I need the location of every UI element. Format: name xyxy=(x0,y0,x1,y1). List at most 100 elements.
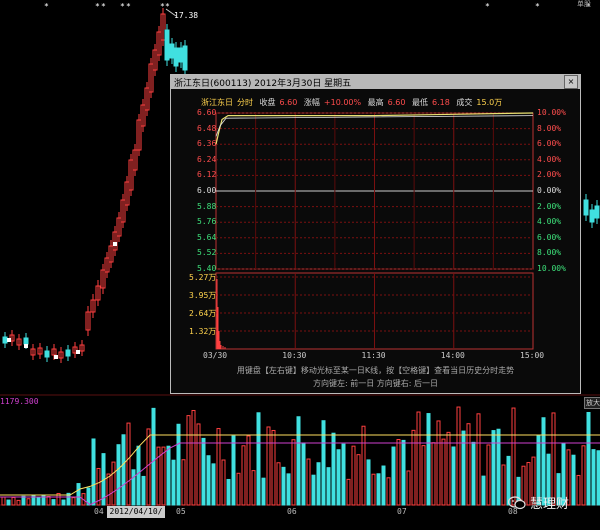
event-marker: * xyxy=(95,2,100,11)
x-label-jul: 07 xyxy=(397,507,407,516)
volume-bar xyxy=(236,472,241,506)
wechat-icon xyxy=(508,495,526,509)
candle-body xyxy=(173,47,179,67)
price-tick-label: 5.88 xyxy=(197,201,217,211)
quote-info: 浙江东日 分时 收盘 6.60 涨幅 +10.00% 最高 6.60 最低 6.18 成交… xyxy=(201,97,506,108)
volume-bar xyxy=(251,470,256,506)
candle-body xyxy=(169,43,175,59)
volume-bar xyxy=(216,428,221,506)
volume-bar xyxy=(571,454,576,506)
volume-bar xyxy=(221,459,226,506)
volume-bar xyxy=(286,473,291,506)
price-tick-label: 5.52 xyxy=(197,248,217,258)
volume-bar xyxy=(196,423,201,506)
volume-bar xyxy=(226,478,231,506)
volume-bar xyxy=(581,445,586,506)
volume-bar xyxy=(486,444,491,506)
percent-tick-label: 10.00% xyxy=(537,108,566,117)
event-marker: * xyxy=(535,2,540,11)
volume-bar xyxy=(441,438,446,506)
low-value: 6.18 xyxy=(432,98,450,107)
volume-bar xyxy=(341,443,346,506)
zoom-button[interactable]: 放大 xyxy=(584,397,600,409)
candle-body xyxy=(65,349,71,357)
volume-bar xyxy=(191,409,196,506)
direction-hint: 方向键左: 前一日 方向键右: 后一日 xyxy=(312,379,439,388)
volume-bar xyxy=(151,407,156,506)
candle-marker xyxy=(113,242,117,246)
volume-bar xyxy=(381,465,386,506)
close-label: 收盘 xyxy=(259,98,276,107)
peak-price-label: 17.38 xyxy=(174,11,199,20)
volume-bar xyxy=(401,439,406,506)
volume-bar xyxy=(206,455,211,506)
price-tick-label: 5.76 xyxy=(197,217,217,227)
volume-bar xyxy=(306,458,311,506)
candle-body xyxy=(2,336,8,344)
volume-bar xyxy=(291,439,296,506)
volume-bar xyxy=(326,467,331,506)
x-label-apr: 04 xyxy=(94,507,104,516)
volume-bar xyxy=(71,497,76,506)
volume-bar xyxy=(121,434,126,506)
volume-bar xyxy=(131,469,136,506)
watermark-text: 慧理财 xyxy=(530,497,570,512)
volume-bar xyxy=(46,496,51,506)
candle-body xyxy=(583,199,589,216)
volume-bar xyxy=(11,496,16,506)
volume-bar xyxy=(376,473,381,506)
popup-titlebar[interactable]: 浙江东日(600113) 2012年3月30日 星期五 × xyxy=(171,75,580,89)
volume-bar xyxy=(246,435,251,506)
single-stock-button[interactable]: 单股 xyxy=(568,0,600,8)
volume-bar xyxy=(36,496,41,506)
volume-bar xyxy=(351,445,356,506)
volume-tick-label: 2.64万 xyxy=(189,309,217,318)
volume-bar xyxy=(116,444,121,506)
volume-bar xyxy=(406,470,411,506)
volume-bar xyxy=(391,446,396,506)
candle-marker xyxy=(54,355,58,359)
volume-bar xyxy=(176,423,181,506)
volume-bar xyxy=(211,463,216,506)
percent-tick-label: 2.00% xyxy=(537,201,562,211)
event-marker: * xyxy=(120,2,125,11)
volume-bar xyxy=(91,438,96,506)
volume-bar xyxy=(141,475,146,506)
volume-bar xyxy=(201,437,206,506)
popup-title: 浙江东日(600113) 2012年3月30日 星期五 xyxy=(174,79,352,89)
volume-tick-label: 3.95万 xyxy=(189,291,217,300)
volume-bar xyxy=(281,466,286,506)
price-tick-label: 6.36 xyxy=(197,139,217,149)
low-label: 最低 xyxy=(412,98,429,107)
percent-tick-label: 4.00% xyxy=(537,217,562,227)
change-value: +10.00% xyxy=(323,98,362,107)
volume-bar xyxy=(591,449,596,506)
candle-marker xyxy=(7,338,11,342)
volume-bar xyxy=(256,412,261,506)
volume-bar xyxy=(266,426,271,506)
close-value: 6.60 xyxy=(279,98,298,107)
volume-tick-label: 1.32万 xyxy=(189,327,217,336)
volume-bar xyxy=(6,499,11,506)
time-label: 11:30 xyxy=(361,351,386,360)
close-icon[interactable]: × xyxy=(564,75,578,89)
volume-bar xyxy=(496,428,501,506)
event-marker: * xyxy=(101,2,106,11)
volume-indicator-label: 1179.300 xyxy=(0,397,39,406)
percent-tick-label: 6.00% xyxy=(537,232,562,242)
volume-bar xyxy=(456,406,461,506)
volume-bar xyxy=(361,425,366,506)
volume-tick-label: 5.27万 xyxy=(189,273,217,282)
volume-bar xyxy=(316,462,321,506)
intraday-popup[interactable]: 浙江东日(600113) 2012年3月30日 星期五 × 浙江东日 分时 收盘 6… xyxy=(170,74,581,394)
candle-body xyxy=(589,209,595,223)
volume-bar xyxy=(471,441,476,506)
volume-bar xyxy=(426,413,431,506)
volume-bar xyxy=(126,422,131,506)
intraday-chart xyxy=(215,112,534,350)
volume-bar xyxy=(21,495,26,506)
volume-bar xyxy=(366,459,371,506)
time-label: 15:00 xyxy=(520,351,545,360)
event-marker: * xyxy=(126,2,131,11)
volume-bar xyxy=(476,413,481,506)
